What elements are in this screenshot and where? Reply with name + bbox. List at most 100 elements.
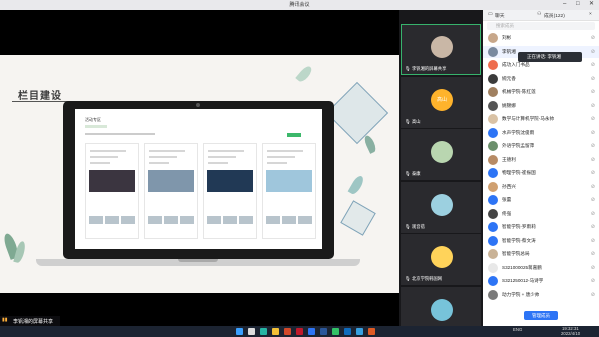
member-row[interactable]: 王德利 ⊘ (483, 154, 599, 166)
site-card-line (90, 162, 110, 164)
manage-members-button[interactable]: 管理成员 (524, 311, 558, 320)
speaking-text: 正在讲话: 李钒湘 (527, 54, 561, 59)
member-row[interactable]: 智能学院-蔡文涛 ⊘ (483, 235, 599, 247)
mic-muted-icon[interactable]: ⊘ (591, 157, 595, 163)
mic-muted-icon[interactable]: ⊘ (591, 143, 595, 149)
site-card-mini-thumb (148, 216, 162, 224)
tray-date[interactable]: 2022/4/10 (561, 331, 580, 336)
mic-muted-icon[interactable]: ⊘ (591, 265, 595, 271)
site-card-thumbnail (148, 170, 194, 192)
member-search-input[interactable]: 搜索成员 (487, 22, 595, 30)
panel-tabs: ▭ 聊天 ⚇ 成员(122) × (483, 10, 599, 21)
mic-muted-icon[interactable]: ⊘ (591, 251, 595, 257)
mic-muted-icon[interactable]: ⊘ (591, 49, 595, 55)
leaf-decoration (295, 64, 314, 84)
folder-icon[interactable] (272, 328, 279, 335)
avatar-badge-text: 高山 (436, 96, 447, 103)
mic-muted-icon[interactable]: ⊘ (591, 89, 595, 95)
mic-muted-icon[interactable]: ⊘ (591, 238, 595, 244)
member-name: 智能学院总局 (502, 251, 530, 256)
member-row[interactable]: 婉元香 ⊘ (483, 73, 599, 85)
member-row[interactable]: 数学与计算机学院-马永帅 ⊘ (483, 113, 599, 125)
tab-members[interactable]: 成员(122) (544, 12, 565, 19)
close-icon[interactable]: ✕ (589, 1, 594, 8)
member-row[interactable]: 机械学院-陈红莲 ⊘ (483, 86, 599, 98)
member-avatar (488, 33, 498, 43)
site-card-line (267, 150, 303, 152)
start-icon[interactable] (236, 328, 243, 335)
laptop-notch (178, 259, 218, 262)
member-row[interactable]: 智能学院-罗雨莉 ⊘ (483, 221, 599, 233)
acrobat-icon[interactable] (296, 328, 303, 335)
edge-icon[interactable] (260, 328, 267, 335)
screen-share-label: 李钒湘的屏幕共享 (13, 319, 54, 325)
share-status-icon: ▮▮ (2, 317, 8, 323)
member-avatar (488, 141, 498, 151)
mic-muted-icon[interactable]: ⊘ (591, 197, 595, 203)
site-card-mini-thumb (298, 216, 312, 224)
gem-decoration (325, 81, 389, 145)
member-avatar (488, 195, 498, 205)
member-row[interactable]: 物理学院-崔振国 ⊘ (483, 167, 599, 179)
app-icon[interactable] (356, 328, 363, 335)
mic-muted-icon[interactable]: ⊘ (591, 292, 595, 298)
app2-icon[interactable] (368, 328, 375, 335)
site-card-line (149, 162, 169, 164)
gem-decoration (340, 200, 376, 236)
member-row[interactable]: S321250012-马诗宇 ⊘ (483, 275, 599, 287)
mic-muted-icon[interactable]: ⊘ (591, 130, 595, 136)
mic-muted-icon[interactable]: ⊘ (591, 170, 595, 176)
slide-title-underline (12, 101, 70, 102)
search-icon[interactable] (248, 328, 255, 335)
member-row[interactable]: S321000025蒋嘉鹏 ⊘ (483, 262, 599, 274)
mic-muted-icon[interactable]: ⊘ (591, 278, 595, 284)
mic-muted-icon[interactable]: ⊘ (591, 224, 595, 230)
meeting-icon[interactable] (308, 328, 315, 335)
mic-muted-icon[interactable]: ⊘ (591, 184, 595, 190)
outlook-icon[interactable] (344, 328, 351, 335)
site-card-mini-thumb (207, 216, 221, 224)
tray-lang[interactable]: ENG (513, 327, 522, 332)
site-card (144, 143, 198, 239)
maximize-icon[interactable]: □ (576, 1, 580, 8)
video-tile[interactable]: 🎙 李钒湘的屏幕共享 (401, 24, 481, 75)
mic-muted-icon[interactable]: ⊘ (591, 211, 595, 217)
member-row[interactable]: 外语学院孟留萍 ⊘ (483, 140, 599, 152)
member-avatar (488, 168, 498, 178)
mic-muted-icon[interactable]: ⊘ (591, 62, 595, 68)
member-row[interactable]: 水声学院沈俊雨 ⊘ (483, 127, 599, 139)
member-row[interactable]: 刘彬 ⊘ (483, 32, 599, 44)
video-tile[interactable]: 🎙 北京学院韩国网 (401, 234, 481, 285)
member-row[interactable]: 智能学院总局 ⊘ (483, 248, 599, 260)
wechat-icon[interactable] (332, 328, 339, 335)
member-row[interactable]: 孙西兴 ⊘ (483, 181, 599, 193)
site-heading: 活动专区 (85, 117, 101, 122)
mic-muted-icon[interactable]: ⊘ (591, 76, 595, 82)
powerpoint-icon[interactable] (284, 328, 291, 335)
mic-muted-icon[interactable]: ⊘ (591, 103, 595, 109)
mic-icon: 🎙 (405, 118, 411, 124)
member-avatar (488, 46, 498, 57)
member-row[interactable]: 佟强 ⊘ (483, 208, 599, 220)
close-panel-icon[interactable]: × (589, 12, 592, 17)
site-card-line (90, 156, 118, 158)
member-name: 佟强 (502, 210, 512, 216)
word-icon[interactable] (320, 328, 327, 335)
site-card-line (267, 156, 295, 158)
member-row[interactable]: 姚锦娜 ⊘ (483, 100, 599, 112)
video-tile[interactable]: 🎙 观音蓓 (401, 181, 481, 233)
leaf-decoration (347, 174, 366, 196)
screen-share-indicator[interactable]: ▮▮ 李钒湘的屏幕共享 (0, 316, 60, 326)
member-row[interactable]: 动力学院 + 唐少帅 ⊘ (483, 289, 599, 301)
member-row[interactable]: 张蕾 ⊘ (483, 194, 599, 206)
video-tile[interactable]: 高山 🎙 高山 (401, 76, 481, 128)
site-card (262, 143, 316, 239)
member-avatar (488, 289, 498, 300)
video-tile[interactable]: 🎙 泰康 (401, 129, 481, 180)
member-avatar (488, 87, 498, 97)
member-avatar (488, 222, 498, 232)
tab-chat[interactable]: 聊天 (495, 12, 505, 19)
minimize-icon[interactable]: – (563, 1, 566, 8)
mic-muted-icon[interactable]: ⊘ (591, 35, 595, 41)
mic-muted-icon[interactable]: ⊘ (591, 116, 595, 122)
